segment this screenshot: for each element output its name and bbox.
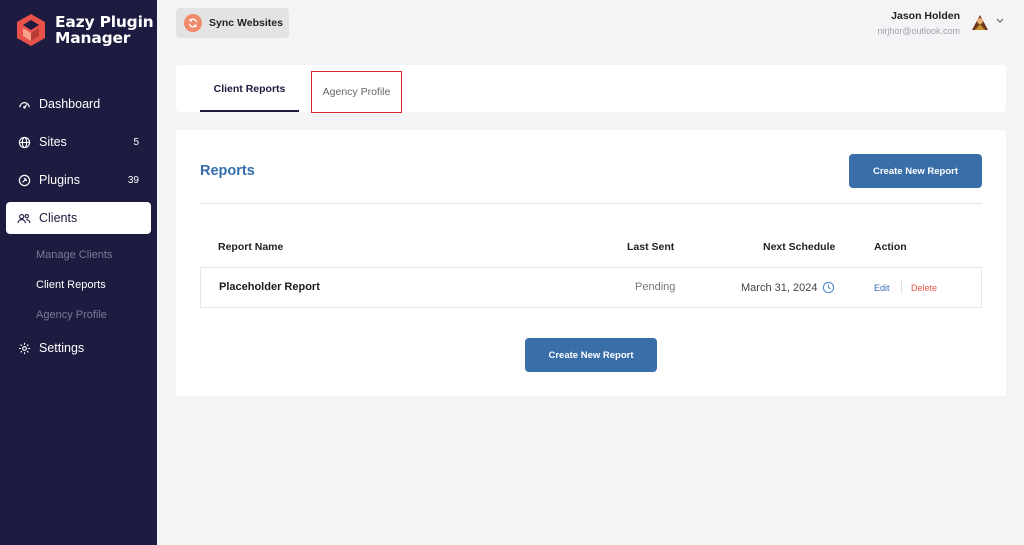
sidebar-item-label: Dashboard (39, 97, 101, 111)
sync-websites-button[interactable]: Sync Websites (176, 8, 289, 38)
column-header-next-schedule: Next Schedule (763, 241, 836, 253)
chevron-down-icon[interactable] (996, 18, 1004, 24)
sidebar-item-label: Clients (39, 211, 78, 225)
globe-icon (17, 135, 31, 149)
users-icon (17, 211, 31, 225)
column-header-last-sent: Last Sent (627, 241, 675, 253)
edit-link[interactable]: Edit (874, 283, 890, 293)
divider (200, 203, 982, 204)
action-separator (901, 281, 902, 293)
sidebar-item-plugins[interactable]: Plugins 39 (6, 164, 151, 196)
sidebar-nav: Dashboard Sites 5 Plugins 39 Clients Man… (0, 88, 157, 370)
sidebar-item-settings[interactable]: Settings (6, 332, 151, 364)
reports-title: Reports (200, 163, 255, 179)
sidebar-subitem-client-reports[interactable]: Client Reports (0, 270, 157, 300)
last-sent-status: Pending (635, 281, 676, 293)
plugins-count-badge: 39 (127, 174, 139, 186)
plugin-icon (17, 173, 31, 187)
tab-client-reports[interactable]: Client Reports (200, 65, 299, 112)
sidebar-item-label: Plugins (39, 173, 80, 187)
next-schedule: March 31, 2024 (741, 281, 835, 294)
sidebar-item-label: Settings (39, 341, 85, 355)
avatar[interactable] (970, 12, 990, 32)
sites-count-badge: 5 (133, 136, 139, 148)
sidebar-item-dashboard[interactable]: Dashboard (6, 88, 151, 120)
table-row: Placeholder Report Pending March 31, 202… (200, 267, 982, 308)
sync-icon (184, 14, 202, 32)
sync-websites-label: Sync Websites (209, 17, 283, 29)
report-name: Placeholder Report (219, 281, 320, 293)
sidebar: Eazy Plugin Manager Dashboard Sites 5 Pl… (0, 0, 157, 545)
create-new-report-button-bottom[interactable]: Create New Report (525, 338, 657, 372)
user-email: nirjhor@outlook.com (877, 26, 960, 36)
user-name: Jason Holden (891, 10, 960, 22)
clock-icon (823, 281, 835, 294)
gear-icon (17, 341, 31, 355)
tab-agency-profile[interactable]: Agency Profile (311, 71, 402, 113)
sidebar-subitem-manage-clients[interactable]: Manage Clients (0, 240, 157, 270)
app-logo[interactable]: Eazy Plugin Manager (17, 14, 154, 46)
report-tabs: Client Reports Agency Profile (176, 65, 1006, 113)
column-header-action: Action (874, 241, 907, 253)
column-header-report-name: Report Name (218, 241, 284, 253)
logo-mark-icon (17, 14, 45, 46)
create-new-report-button[interactable]: Create New Report (849, 154, 982, 188)
user-info[interactable]: Jason Holden nirjhor@outlook.com (877, 10, 960, 36)
logo-line-2: Manager (55, 29, 131, 47)
sidebar-item-label: Sites (39, 135, 67, 149)
next-schedule-date: March 31, 2024 (741, 281, 818, 294)
sidebar-subitem-agency-profile[interactable]: Agency Profile (0, 300, 157, 330)
logo-line-1: Eazy Plugin (55, 13, 154, 31)
dashboard-gauge-icon (17, 97, 31, 111)
sidebar-item-clients[interactable]: Clients (6, 202, 151, 234)
delete-link[interactable]: Delete (911, 283, 937, 293)
sidebar-item-sites[interactable]: Sites 5 (6, 126, 151, 158)
reports-panel: Reports Create New Report Report Name La… (176, 130, 1006, 396)
